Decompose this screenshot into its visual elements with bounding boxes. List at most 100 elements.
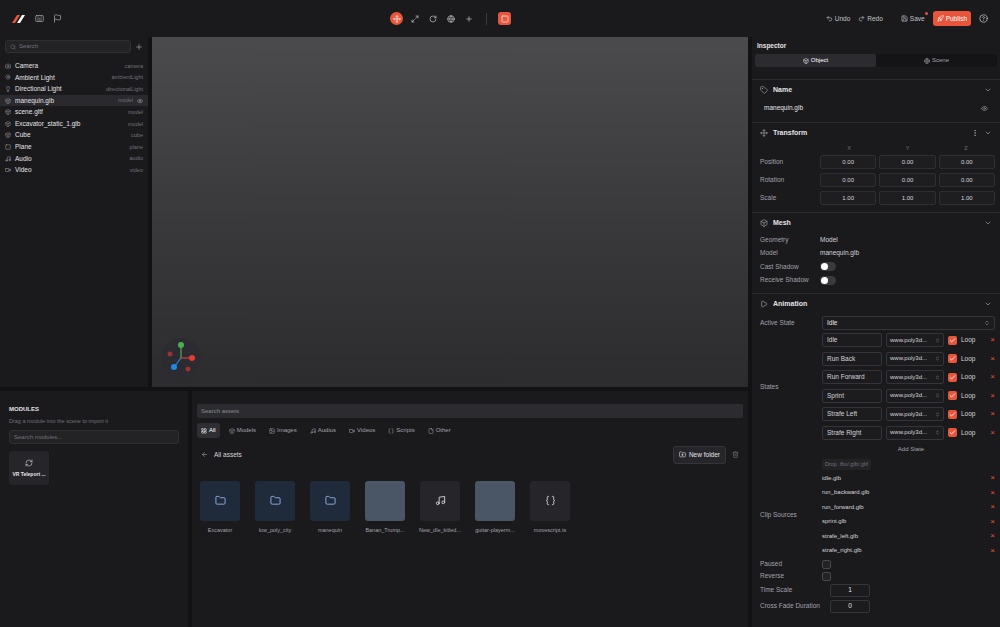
state-name-input[interactable]: Strafe Left xyxy=(822,407,882,421)
section-header[interactable]: Mesh xyxy=(752,213,1000,233)
option-checkbox[interactable] xyxy=(822,560,831,569)
toolbar-button[interactable] xyxy=(390,12,403,25)
eye-icon[interactable] xyxy=(137,98,143,104)
remove-clip-button[interactable]: × xyxy=(990,474,995,482)
state-name-input[interactable]: Run Back xyxy=(822,352,882,366)
transform-input[interactable]: 1.00 xyxy=(939,191,995,205)
asset-item[interactable]: low_poly_city xyxy=(255,481,295,534)
hierarchy-item[interactable]: Cameracamera xyxy=(0,60,148,72)
state-source-select[interactable]: www.poly3d... xyxy=(886,389,944,403)
hierarchy-item[interactable]: Excavator_static_1.glbmodel xyxy=(0,118,148,130)
remove-clip-button[interactable]: × xyxy=(990,489,995,497)
toolbar-button[interactable] xyxy=(462,12,475,25)
loop-checkbox[interactable] xyxy=(948,428,957,437)
loop-checkbox[interactable] xyxy=(948,354,957,363)
inspector-tab[interactable]: Scene xyxy=(876,54,997,67)
number-input[interactable]: 0 xyxy=(830,600,870,613)
asset-item[interactable]: New_dle_kitled... xyxy=(420,481,460,534)
asset-item[interactable]: Excavator xyxy=(200,481,240,534)
chevron-down-icon[interactable] xyxy=(984,300,992,308)
hierarchy-item[interactable]: Directional LightdirectionalLight xyxy=(0,83,148,95)
section-header[interactable]: Name xyxy=(752,80,1000,100)
eye-icon[interactable] xyxy=(981,105,988,112)
filter-tab[interactable]: All xyxy=(197,423,220,438)
filter-tab[interactable]: Models xyxy=(225,423,260,438)
asset-item[interactable]: Banan_Trump... xyxy=(365,481,405,534)
help-icon[interactable] xyxy=(979,14,988,23)
save-button[interactable]: Save xyxy=(901,14,925,24)
remove-state-button[interactable]: × xyxy=(990,336,995,344)
axis-gizmo-icon[interactable] xyxy=(160,337,202,379)
transform-input[interactable]: 0.00 xyxy=(939,173,995,187)
publish-button[interactable]: Publish xyxy=(933,11,971,27)
transform-input[interactable]: 1.00 xyxy=(820,191,876,205)
toggle[interactable] xyxy=(820,262,836,271)
toolbar-button[interactable] xyxy=(408,12,421,25)
hierarchy-item[interactable]: Audioaudio xyxy=(0,153,148,165)
modules-search[interactable]: Search modules... xyxy=(9,430,179,444)
state-source-select[interactable]: www.poly3d... xyxy=(886,352,944,366)
state-source-select[interactable]: www.poly3d... xyxy=(886,333,944,347)
drop-zone[interactable]: Drop .fbx/.glb/.gltf xyxy=(822,459,871,470)
asset-item[interactable]: guitar-playerm... xyxy=(475,481,515,534)
remove-state-button[interactable]: × xyxy=(990,429,995,437)
name-value[interactable]: manequin.glb xyxy=(764,103,803,113)
state-name-input[interactable]: Run Forward xyxy=(822,370,882,384)
number-input[interactable]: 1 xyxy=(830,584,870,597)
filter-tab[interactable]: Other xyxy=(424,423,455,438)
toolbar-button[interactable] xyxy=(498,12,511,25)
hierarchy-item[interactable]: scene.gltfmodel xyxy=(0,106,148,118)
remove-clip-button[interactable]: × xyxy=(990,503,995,511)
redo-button[interactable]: Redo xyxy=(858,14,883,24)
state-source-select[interactable]: www.poly3d... xyxy=(886,370,944,384)
state-name-input[interactable]: Sprint xyxy=(822,389,882,403)
transform-input[interactable]: 0.00 xyxy=(820,155,876,169)
state-name-input[interactable]: Idle xyxy=(822,333,882,347)
keyboard-icon[interactable] xyxy=(35,14,44,23)
viewport[interactable] xyxy=(152,37,748,387)
filter-tab[interactable]: Images xyxy=(265,423,301,438)
add-icon[interactable] xyxy=(135,43,143,51)
state-source-select[interactable]: www.poly3d... xyxy=(886,407,944,421)
chevron-down-icon[interactable] xyxy=(984,86,992,94)
remove-clip-button[interactable]: × xyxy=(990,518,995,526)
hierarchy-item[interactable]: Videovideo xyxy=(0,164,148,176)
hierarchy-item[interactable]: Ambient LightambientLight xyxy=(0,72,148,84)
asset-item[interactable]: manequin xyxy=(310,481,350,534)
more-icon[interactable] xyxy=(971,129,979,137)
loop-checkbox[interactable] xyxy=(948,410,957,419)
filter-tab[interactable]: Audios xyxy=(306,423,340,438)
remove-clip-button[interactable]: × xyxy=(990,547,995,555)
state-name-input[interactable]: Strafe Right xyxy=(822,426,882,440)
transform-input[interactable]: 0.00 xyxy=(879,173,935,187)
transform-input[interactable]: 0.00 xyxy=(820,173,876,187)
filter-tab[interactable]: Scripts xyxy=(384,423,418,438)
asset-item[interactable]: movescript.ts xyxy=(530,481,570,534)
flag-icon[interactable] xyxy=(53,14,62,23)
loop-checkbox[interactable] xyxy=(948,336,957,345)
transform-input[interactable]: 0.00 xyxy=(939,155,995,169)
back-icon[interactable] xyxy=(201,451,208,458)
new-folder-button[interactable]: New folder xyxy=(673,446,726,464)
chevron-down-icon[interactable] xyxy=(984,219,992,227)
inspector-tab[interactable]: Object xyxy=(755,54,876,67)
toggle[interactable] xyxy=(820,276,836,285)
remove-clip-button[interactable]: × xyxy=(990,532,995,540)
undo-button[interactable]: Undo xyxy=(826,14,851,24)
remove-state-button[interactable]: × xyxy=(990,373,995,381)
hierarchy-search[interactable]: Search xyxy=(5,40,131,53)
transform-input[interactable]: 1.00 xyxy=(879,191,935,205)
remove-state-button[interactable]: × xyxy=(990,392,995,400)
add-state-button[interactable]: Add State xyxy=(898,445,924,454)
remove-state-button[interactable]: × xyxy=(990,410,995,418)
toolbar-button[interactable] xyxy=(426,12,439,25)
chevron-down-icon[interactable] xyxy=(984,129,992,137)
hierarchy-item[interactable]: manequin.glbmodel xyxy=(0,95,148,107)
section-header[interactable]: Transform xyxy=(752,123,1000,143)
logo-icon[interactable] xyxy=(12,14,26,24)
loop-checkbox[interactable] xyxy=(948,373,957,382)
active-state-select[interactable]: Idle xyxy=(822,316,995,330)
filter-tab[interactable]: Videos xyxy=(345,423,379,438)
section-header[interactable]: Animation xyxy=(752,294,1000,314)
hierarchy-item[interactable]: Planeplane xyxy=(0,141,148,153)
